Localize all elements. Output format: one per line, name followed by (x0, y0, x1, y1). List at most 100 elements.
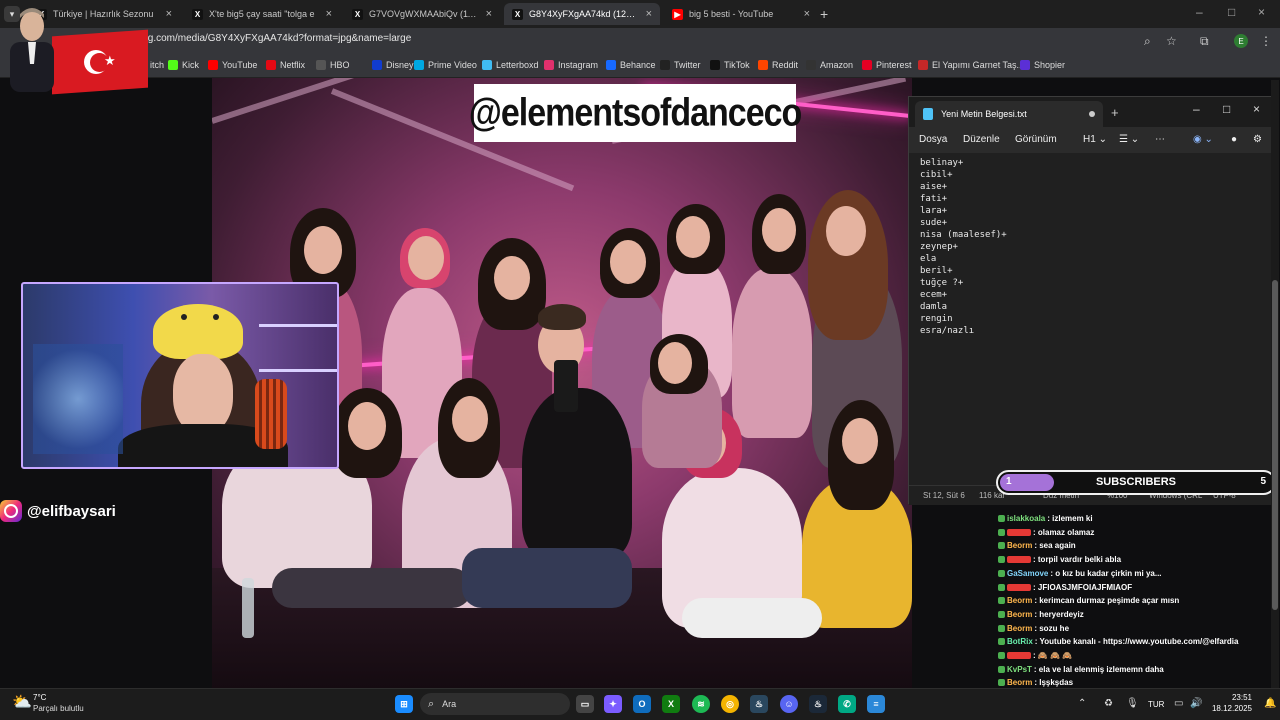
notepad-close-icon[interactable]: × (1253, 102, 1260, 116)
bookmark-item[interactable]: YouTube (208, 60, 257, 70)
bookmark-favicon-icon (1020, 60, 1030, 70)
bookmark-item[interactable]: Prime Video (414, 60, 477, 70)
bookmark-item[interactable]: Netflix (266, 60, 305, 70)
xbox-icon[interactable]: X (662, 695, 680, 713)
zoom-icon[interactable]: ⌕ (1144, 34, 1151, 49)
notepad-line: zeynep+ (920, 242, 958, 252)
volume-icon[interactable]: 🔊 (1190, 698, 1202, 709)
chrome-icon[interactable]: ◎ (721, 695, 739, 713)
notepad-text-area[interactable]: belinay+ cibil+ aise+ fati+ lara+ sude+ nisa (… (920, 157, 1007, 337)
close-window-icon[interactable]: × (1258, 5, 1265, 19)
menu-edit[interactable]: Düzenle (963, 134, 1000, 145)
tray-chevron-icon[interactable]: ⌃ (1078, 698, 1086, 709)
bookmark-item[interactable]: El Yapımı Garnet Taş... (918, 60, 1024, 70)
bookmark-label: Prime Video (428, 60, 477, 70)
bookmark-item[interactable]: Instagram (544, 60, 598, 70)
copilot-app-icon[interactable]: ✦ (604, 695, 622, 713)
chat-username: KvPsT (1007, 664, 1032, 674)
menu-kebab-icon[interactable]: ⋮ (1260, 34, 1272, 48)
clock-date[interactable]: 18.12.2025 (1206, 704, 1252, 713)
network-icon[interactable]: ▭ (1174, 698, 1183, 709)
search-icon: ⌕ (428, 697, 435, 710)
address-bar[interactable]: ing.com/media/G8Y4XyFXgAA74kd?format=jpg… (140, 33, 411, 44)
instagram-handle: @elifbaysari (0, 500, 116, 522)
weather-icon[interactable]: ⛅ (12, 692, 32, 712)
bookmark-item[interactable]: Pinterest (862, 60, 912, 70)
list-format-icon[interactable]: ☰ ⌄ (1119, 134, 1139, 145)
chat-text: : heryerdeyiz (1034, 609, 1084, 619)
close-tab-icon[interactable]: × (166, 8, 172, 20)
bookmark-item[interactable]: Letterboxd (482, 60, 539, 70)
steam-icon[interactable]: ♨ (809, 695, 827, 713)
chat-username: GaSamove (1007, 568, 1049, 578)
whatsapp-icon[interactable]: ✆ (838, 695, 856, 713)
task-view-icon[interactable]: ▭ (576, 695, 594, 713)
bookmark-label: YouTube (222, 60, 258, 70)
notepad-file-icon (923, 108, 933, 120)
extensions-icon[interactable]: ⧉ (1200, 34, 1209, 49)
bookmark-item[interactable]: Disney+ (372, 60, 419, 70)
close-tab-icon[interactable]: × (804, 8, 810, 20)
weather-temperature[interactable]: 7°C (33, 693, 46, 702)
weather-description[interactable]: Parçalı bulutlu (33, 704, 84, 713)
close-tab-icon[interactable]: × (646, 8, 652, 20)
notifications-icon[interactable]: 🔔 (1264, 698, 1276, 709)
notepad-new-tab-button[interactable]: + (1111, 105, 1119, 120)
notepad-maximize-icon[interactable]: □ (1223, 102, 1230, 116)
discord-icon[interactable]: ☺ (780, 695, 798, 713)
close-tab-icon[interactable]: × (326, 8, 332, 20)
page-scrollbar-thumb[interactable] (1272, 280, 1278, 610)
more-options-icon[interactable]: ⋯ (1155, 134, 1165, 145)
keyboard-language[interactable]: TUR (1148, 700, 1164, 709)
profile-avatar[interactable]: E (1234, 34, 1248, 48)
notepad-app-icon[interactable]: ≡ (867, 695, 885, 713)
minimize-icon[interactable]: – (1196, 5, 1203, 19)
bookmark-label: HBO (330, 60, 350, 70)
bookmark-label: TikTok (724, 60, 750, 70)
bookmark-favicon-icon (316, 60, 326, 70)
notepad-tab[interactable]: Yeni Metin Belgesi.txt (915, 101, 1103, 127)
spotify-icon[interactable]: ≋ (692, 695, 710, 713)
browser-tab-active[interactable]: X G8Y4XyFXgAA74kd (1206×15 × (504, 3, 660, 25)
maximize-icon[interactable]: □ (1228, 5, 1235, 19)
menu-view[interactable]: Görünüm (1015, 134, 1057, 145)
chat-badge-icon (998, 638, 1005, 646)
menu-file[interactable]: Dosya (919, 134, 947, 145)
windows-start-icon[interactable]: ⊞ (395, 695, 413, 713)
account-icon[interactable]: ● (1231, 134, 1237, 145)
bookmark-item[interactable]: Amazon (806, 60, 853, 70)
star-icon: ★ (104, 53, 116, 68)
notepad-line: ecem+ (920, 290, 948, 300)
bookmark-item[interactable]: Reddit (758, 60, 798, 70)
browser-tab[interactable]: X G7VOVgWXMAAbiQv (1152×1 × (344, 3, 500, 25)
new-tab-button[interactable]: + (820, 6, 828, 22)
chat-message: Beorm: sea again (998, 541, 1076, 550)
copilot-icon[interactable]: ◉ ⌄ (1193, 134, 1213, 145)
steam-icon[interactable]: ♨ (750, 695, 768, 713)
browser-tab[interactable]: ▶ big 5 besti - YouTube × (664, 3, 818, 25)
bookmark-item[interactable]: HBO (316, 60, 350, 70)
clock-time[interactable]: 23:51 (1218, 693, 1252, 702)
bookmark-item[interactable]: Behance (606, 60, 656, 70)
tray-app-icon[interactable]: ♻ (1104, 698, 1113, 709)
notepad-tab-title: Yeni Metin Belgesi.txt (941, 109, 1027, 119)
close-tab-icon[interactable]: × (486, 8, 492, 20)
notepad-minimize-icon[interactable]: – (1193, 102, 1200, 116)
taskbar-search[interactable]: ⌕ Ara (420, 693, 570, 715)
tab-label: Türkiye | Hazırlık Sezonu (53, 9, 154, 19)
bookmark-favicon-icon (266, 60, 276, 70)
bookmark-star-icon[interactable]: ☆ (1166, 34, 1177, 48)
chat-badge-icon (998, 665, 1005, 673)
browser-tab[interactable]: X X'te big5 çay saati "tolga e × (184, 3, 340, 25)
bookmark-item[interactable]: Kick (168, 60, 199, 70)
outlook-icon[interactable]: O (633, 695, 651, 713)
heading-dropdown[interactable]: H1 ⌄ (1083, 134, 1107, 145)
bookmark-favicon-icon (372, 60, 382, 70)
bookmark-item[interactable]: Shopier (1020, 60, 1065, 70)
chat-username (1007, 528, 1031, 536)
bookmark-item[interactable]: Twitter (660, 60, 701, 70)
microphone-icon[interactable]: 🎙 (1126, 698, 1139, 709)
studio-banner-text: @elementsofdanceco (468, 90, 803, 135)
bookmark-item[interactable]: TikTok (710, 60, 750, 70)
settings-gear-icon[interactable]: ⚙ (1253, 134, 1262, 145)
